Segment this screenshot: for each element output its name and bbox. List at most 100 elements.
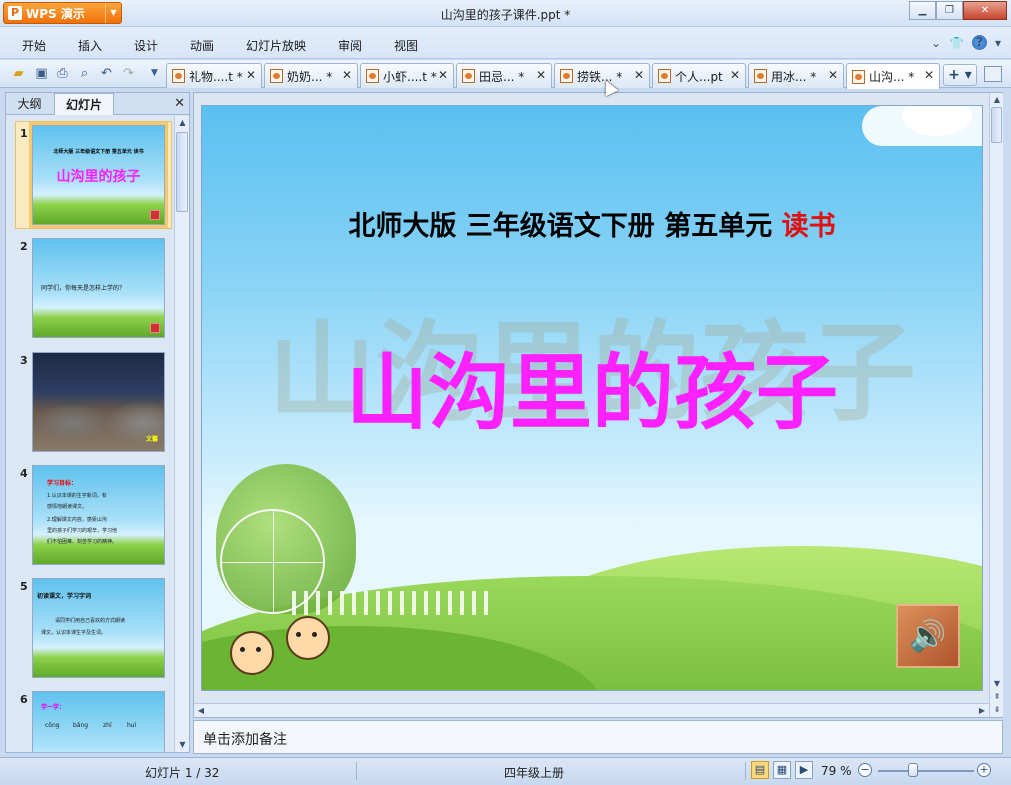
ppt-file-icon: [172, 69, 185, 83]
zoom-out-icon[interactable]: −: [858, 763, 872, 777]
zoom-slider-handle[interactable]: [908, 763, 918, 777]
ribbon-collapse-icon[interactable]: ⌄: [931, 36, 941, 50]
slide-subtitle[interactable]: 北师大版 三年级语文下册 第五单元 读书: [202, 204, 982, 243]
thumb-title: 山沟里的孩子: [56, 169, 141, 185]
thumb-number: 6: [20, 693, 28, 706]
menu-slideshow[interactable]: 幻灯片放映: [246, 37, 306, 54]
thumb-number: 2: [20, 240, 28, 253]
menu-insert[interactable]: 插入: [78, 37, 102, 54]
help-icon[interactable]: ?: [971, 35, 987, 50]
scrollbar-thumb[interactable]: [176, 132, 188, 212]
thumb-number: 3: [20, 354, 28, 367]
open-icon[interactable]: ▰: [10, 65, 27, 82]
thumbnail-slide-4[interactable]: 学习目标： 1.认识本课的生字新词，有 感情地朗读课文。 2.理解课文内容，感受…: [32, 465, 165, 565]
close-button[interactable]: ✕: [963, 1, 1007, 20]
tab-doc-8-active[interactable]: 山沟... * ✕: [846, 63, 940, 89]
thumb-pinyin: bǎng: [73, 722, 89, 729]
close-icon[interactable]: ✕: [174, 96, 185, 111]
thumb-line: 感情地朗读课文。: [47, 504, 88, 510]
ppt-file-icon: [462, 69, 475, 83]
tab-label: 田忌... *: [479, 69, 525, 84]
skin-icon[interactable]: 👕: [949, 36, 964, 50]
divider: [356, 762, 357, 780]
zoom-slider-track[interactable]: [878, 770, 974, 772]
scroll-up-icon[interactable]: ▲: [175, 116, 190, 130]
close-icon[interactable]: ✕: [536, 68, 546, 82]
ppt-file-icon: [270, 69, 283, 83]
print-preview-icon[interactable]: ⌕: [76, 65, 93, 82]
close-icon[interactable]: ✕: [730, 68, 740, 82]
template-name: 四年级上册: [504, 766, 565, 780]
close-icon[interactable]: ✕: [924, 68, 934, 82]
save-icon[interactable]: ▣: [33, 65, 50, 82]
scrollbar-thumb[interactable]: [991, 107, 1002, 143]
close-icon[interactable]: ✕: [634, 68, 644, 82]
next-slide-icon[interactable]: ⇟: [990, 703, 1004, 716]
thumbnail-slide-6[interactable]: 学一学： cōng bǎng zhī huì: [32, 691, 165, 752]
zoom-in-icon[interactable]: +: [977, 763, 991, 777]
window-layout-icon[interactable]: [984, 66, 1002, 82]
scroll-down-icon[interactable]: ▼: [175, 738, 190, 752]
menu-bar: 开始 插入 设计 动画 幻灯片放映 审阅 视图 ⌄ 👕 ? ▾: [0, 27, 1011, 59]
scroll-right-icon[interactable]: ▶: [975, 704, 989, 717]
slideshow-icon[interactable]: ▶: [795, 761, 813, 779]
new-tab-button[interactable]: + ▾: [943, 64, 977, 86]
close-icon[interactable]: ✕: [246, 68, 256, 82]
scroll-up-icon[interactable]: ▲: [990, 93, 1004, 106]
tab-doc-4[interactable]: 田忌... * ✕: [456, 63, 552, 88]
tab-slides[interactable]: 幻灯片: [54, 93, 114, 115]
minimize-button[interactable]: ▁: [909, 1, 936, 20]
thumb-pinyin: cōng: [45, 722, 60, 729]
thumb-pinyin: huì: [127, 722, 137, 729]
tab-doc-1[interactable]: 礼物....t * ✕: [166, 63, 262, 88]
close-icon[interactable]: ✕: [828, 68, 838, 82]
slide-horizontal-scrollbar[interactable]: ◀ ▶: [194, 703, 989, 717]
menu-view[interactable]: 视图: [394, 37, 418, 54]
fence-decoration: [292, 591, 492, 615]
tab-doc-3[interactable]: 小虾....t * ✕: [360, 63, 454, 88]
divider: [745, 762, 746, 780]
thumbnail-slide-1[interactable]: 北师大版 三年级语文下册 第五单元 读书 山沟里的孩子: [29, 122, 168, 228]
menu-design[interactable]: 设计: [134, 37, 158, 54]
tab-doc-7[interactable]: 用冰... * ✕: [748, 63, 844, 88]
speaker-icon[interactable]: 🔊: [896, 604, 960, 668]
tab-doc-2[interactable]: 奶奶... * ✕: [264, 63, 358, 88]
undo-icon[interactable]: ↶: [98, 65, 115, 82]
normal-view-icon[interactable]: ▤: [751, 761, 769, 779]
scroll-down-icon[interactable]: ▼: [990, 677, 1004, 690]
close-icon[interactable]: ✕: [438, 68, 448, 82]
tab-outline[interactable]: 大纲: [6, 93, 53, 115]
slide-vertical-scrollbar[interactable]: ▲ ▼ ⇞ ⇟: [989, 93, 1003, 717]
thumb-line: 们不怕困难、刻苦学习的精神。: [47, 539, 118, 545]
thumb-heading: 学一学：: [41, 704, 66, 711]
close-icon[interactable]: ✕: [342, 68, 352, 82]
previous-slide-icon[interactable]: ⇞: [990, 690, 1004, 703]
slide-title[interactable]: 山沟里的孩子: [202, 326, 982, 445]
tab-label: 山沟... *: [869, 70, 915, 84]
thumbnail-slide-2[interactable]: 同学们，你每天是怎样上学的？: [32, 238, 165, 338]
tab-doc-6[interactable]: 个人...pt ✕: [652, 63, 746, 88]
slide-canvas[interactable]: 北师大版 三年级语文下册 第五单元 读书 山沟里的孩子 山沟里的孩子 🔊: [201, 105, 983, 691]
thumb-number: 5: [20, 580, 28, 593]
thumbnail-slide-3[interactable]: 文馨: [32, 352, 165, 452]
window-controls: ▁ ❐ ✕: [909, 1, 1007, 20]
menu-review[interactable]: 审阅: [338, 37, 362, 54]
ppt-file-icon: [366, 69, 379, 83]
menu-home[interactable]: 开始: [22, 37, 46, 54]
slide-sorter-icon[interactable]: ▦: [773, 761, 791, 779]
thumbnail-slide-5[interactable]: 初读课文，学习字词 请同学们用自己喜欢的方式朗读 课文，认识本课生字及生词。: [32, 578, 165, 678]
status-bar: 幻灯片 1 / 32 四年级上册 ▤ ▦ ▶ 79 % − +: [0, 757, 1011, 785]
thumbnail-scrollbar[interactable]: ▲ ▼: [174, 116, 189, 752]
thumb-line: 里的孩子们学习的艰辛，学习他: [47, 528, 118, 534]
menu-animation[interactable]: 动画: [190, 37, 214, 54]
redo-icon[interactable]: ↷: [120, 65, 137, 82]
scroll-left-icon[interactable]: ◀: [194, 704, 208, 717]
maximize-button[interactable]: ❐: [936, 1, 963, 20]
child-illustration: [230, 631, 274, 675]
help-menu-chevron-icon[interactable]: ▾: [995, 36, 1001, 50]
print-icon[interactable]: ⎙: [54, 65, 71, 82]
customize-icon[interactable]: ▼: [146, 65, 163, 82]
slides-panel: 大纲 幻灯片 ✕ 1 北师大版 三年级语文下册 第五单元 读书 山沟里的孩子 2…: [5, 92, 190, 753]
notes-pane[interactable]: 单击添加备注: [193, 720, 1003, 754]
title-bar: P WPS 演示 ▼ 山沟里的孩子课件.ppt * ▁ ❐ ✕: [0, 0, 1011, 27]
